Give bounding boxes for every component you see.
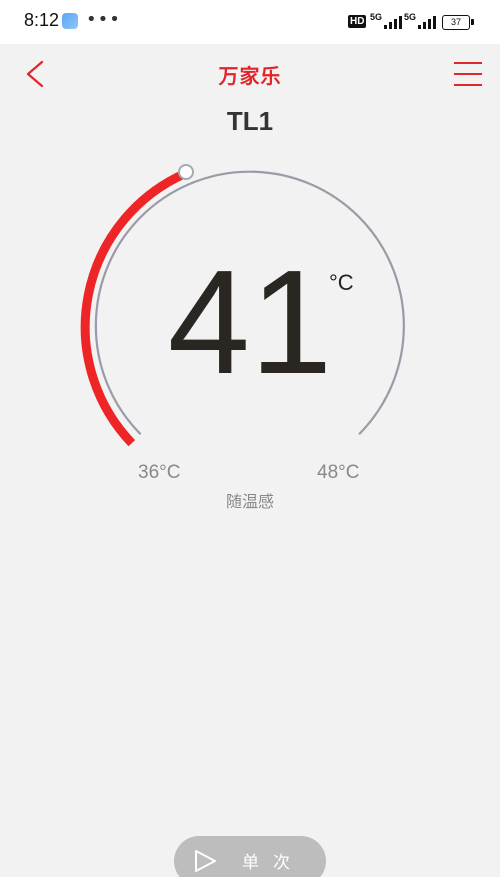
status-bar: 8:12 ••• HD 5G 5G 37 bbox=[0, 0, 500, 44]
battery-icon: 37 bbox=[442, 15, 474, 30]
hd-badge: HD bbox=[348, 15, 367, 28]
temperature-unit: °C bbox=[329, 270, 354, 295]
single-run-label: 单次 bbox=[242, 853, 304, 873]
signal-strength-icon bbox=[414, 15, 436, 29]
app-screen: 8:12 ••• HD 5G 5G 37 万家乐 TL1 41 °C 36°C … bbox=[0, 0, 500, 877]
menu-line bbox=[454, 73, 482, 75]
current-temperature: 41 bbox=[167, 240, 333, 405]
menu-line bbox=[454, 84, 482, 86]
status-time: 8:12 bbox=[24, 10, 60, 30]
more-notifications-icon: ••• bbox=[86, 9, 121, 30]
single-run-button[interactable]: 单次 bbox=[174, 836, 326, 877]
play-triangle-icon bbox=[195, 850, 216, 872]
menu-button[interactable] bbox=[454, 58, 484, 90]
calendar-app-icon bbox=[62, 13, 78, 29]
brand-logo: 万家乐 bbox=[218, 64, 282, 88]
mode-label: 随温感 bbox=[225, 492, 274, 511]
device-name: TL1 bbox=[226, 106, 274, 136]
signal-strength-icon bbox=[380, 15, 402, 29]
hamburger-menu-icon bbox=[454, 62, 482, 64]
dial-knob bbox=[178, 164, 194, 180]
range-max-label: 48°C bbox=[317, 462, 360, 483]
range-min-label: 36°C bbox=[138, 462, 181, 483]
